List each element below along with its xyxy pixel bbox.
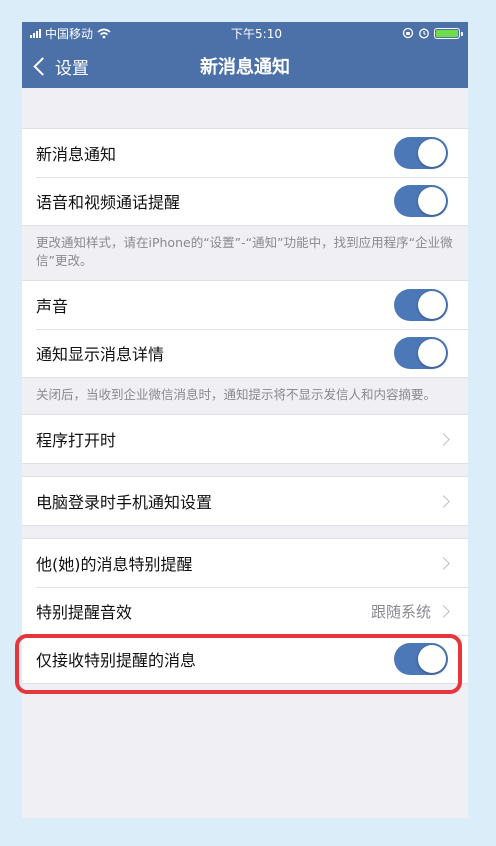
row-when-app-open[interactable]: 程序打开时 xyxy=(22,415,468,463)
row-label: 新消息通知 xyxy=(36,145,117,164)
reminder-sound-value: 跟随系统 xyxy=(370,602,431,621)
row-reminder-sound[interactable]: 特别提醒音效 跟随系统 xyxy=(22,587,468,635)
sound-toggle[interactable] xyxy=(394,289,448,321)
carrier-label: 中国移动 xyxy=(45,26,94,41)
phone-screen: 中国移动 下午5:10 设置 新消息通知 新消息通知 语音和视频通话提醒 更改通… xyxy=(22,22,468,818)
chevron-right-icon xyxy=(437,494,450,508)
signal-icon xyxy=(30,28,41,38)
page-title: 新消息通知 xyxy=(200,57,290,78)
row-special-reminder[interactable]: 他(她)的消息特别提醒 xyxy=(22,539,468,587)
app-open-group: 程序打开时 xyxy=(22,414,468,464)
row-label: 他(她)的消息特别提醒 xyxy=(36,555,193,574)
row-new-message-notify: 新消息通知 xyxy=(22,129,468,177)
notification-group: 新消息通知 语音和视频通话提醒 xyxy=(22,128,468,226)
back-button[interactable]: 设置 xyxy=(33,44,89,88)
row-label: 通知显示消息详情 xyxy=(36,345,165,364)
row-label: 声音 xyxy=(36,297,69,316)
row-pc-login-notify[interactable]: 电脑登录时手机通知设置 xyxy=(22,477,468,525)
status-time: 下午5:10 xyxy=(231,26,282,41)
row-only-special-messages: 仅接收特别提醒的消息 xyxy=(22,635,468,683)
row-label: 语音和视频通话提醒 xyxy=(36,193,181,212)
back-label: 设置 xyxy=(55,58,89,79)
chevron-right-icon xyxy=(437,556,450,570)
chevron-right-icon xyxy=(437,432,450,446)
row-sound: 声音 xyxy=(22,281,468,329)
details-note: 关闭后，当收到企业微信消息时，通知提示将不显示发信人和内容摘要。 xyxy=(36,387,437,402)
row-label: 电脑登录时手机通知设置 xyxy=(36,493,213,512)
only-special-messages-toggle[interactable] xyxy=(394,643,448,675)
show-details-toggle[interactable] xyxy=(394,337,448,369)
battery-icon xyxy=(434,27,463,39)
row-call-reminder: 语音和视频通话提醒 xyxy=(22,177,468,225)
special-reminder-group: 他(她)的消息特别提醒 特别提醒音效 跟随系统 仅接收特别提醒的消息 xyxy=(22,538,468,684)
nav-bar: 设置 新消息通知 xyxy=(22,44,468,88)
chevron-right-icon xyxy=(437,604,450,618)
row-label: 程序打开时 xyxy=(36,431,117,450)
sound-group: 声音 通知显示消息详情 xyxy=(22,280,468,378)
wifi-icon xyxy=(97,28,111,38)
rotation-lock-icon xyxy=(402,27,414,39)
notification-style-note: 更改通知样式，请在iPhone的“设置”-“通知”功能中，找到应用程序“企业微信… xyxy=(36,235,453,268)
row-show-details: 通知显示消息详情 xyxy=(22,329,468,377)
row-label: 特别提醒音效 xyxy=(36,603,133,622)
row-label: 仅接收特别提醒的消息 xyxy=(36,651,197,670)
alarm-icon xyxy=(419,28,429,39)
status-bar: 中国移动 下午5:10 xyxy=(22,22,468,44)
call-reminder-toggle[interactable] xyxy=(394,185,448,217)
pc-login-group: 电脑登录时手机通知设置 xyxy=(22,476,468,526)
chevron-left-icon xyxy=(33,57,52,76)
new-message-notify-toggle[interactable] xyxy=(394,137,448,169)
